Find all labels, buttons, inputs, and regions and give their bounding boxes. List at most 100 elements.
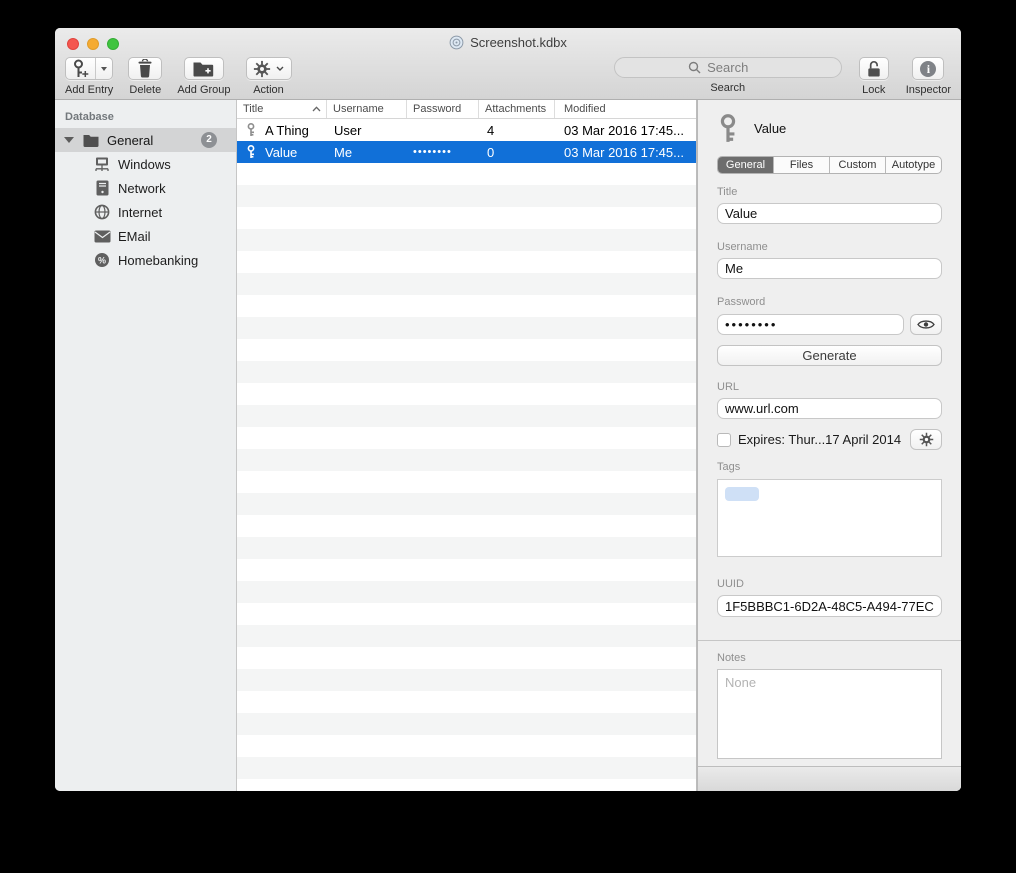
inspector-tabs: General Files Custom Autotype	[717, 156, 942, 174]
tag-token[interactable]	[725, 487, 759, 501]
column-header-title[interactable]: Title	[237, 100, 327, 118]
url-field[interactable]	[717, 398, 942, 419]
lock-button[interactable]	[859, 57, 889, 80]
tab-autotype[interactable]: Autotype	[886, 157, 941, 173]
add-entry-label: Add Entry	[65, 84, 113, 96]
windows-network-icon	[93, 157, 111, 172]
expires-checkbox[interactable]	[717, 433, 731, 447]
table-header: Title Username Password Attachments Modi…	[237, 100, 696, 119]
expires-settings-button[interactable]	[910, 429, 942, 450]
column-header-modified[interactable]: Modified	[555, 100, 696, 118]
sidebar-item-label: Homebanking	[118, 253, 198, 268]
inspector-header: Value	[717, 113, 942, 144]
add-group-item: Add Group	[177, 57, 230, 96]
gear-icon	[919, 432, 934, 447]
sidebar-item-label: EMail	[118, 229, 151, 244]
svg-text:%: %	[98, 256, 106, 266]
app-window: Screenshot.kdbx Add Entry	[55, 28, 961, 791]
search-item: Search	[614, 57, 842, 96]
sidebar-item-internet[interactable]: Internet	[55, 200, 236, 224]
sidebar-item-homebanking[interactable]: % Homebanking	[55, 248, 236, 272]
key-icon	[246, 123, 256, 137]
lock-label: Lock	[862, 84, 885, 96]
tags-field[interactable]	[717, 479, 942, 557]
notes-field[interactable]	[717, 669, 942, 759]
toolbar: Add Entry Delete Add Group	[65, 57, 951, 96]
cell-attachments: 4	[479, 123, 555, 138]
cell-attachments: 0	[479, 145, 555, 160]
divider	[698, 640, 961, 641]
add-entry-item: Add Entry	[65, 57, 113, 96]
generate-button[interactable]: Generate	[717, 345, 942, 366]
sidebar-item-label: Windows	[118, 157, 171, 172]
sidebar-item-label: Internet	[118, 205, 162, 220]
tab-custom[interactable]: Custom	[830, 157, 886, 173]
title-field[interactable]	[717, 203, 942, 224]
titlebar: Screenshot.kdbx	[55, 34, 961, 51]
reveal-password-button[interactable]	[910, 314, 942, 335]
tags-field-label: Tags	[717, 461, 942, 473]
document-icon	[449, 35, 464, 50]
cell-title: A Thing	[265, 123, 309, 138]
sidebar-item-network[interactable]: Network	[55, 176, 236, 200]
globe-icon	[93, 204, 111, 220]
title-field-label: Title	[717, 186, 942, 198]
column-header-attachments[interactable]: Attachments	[479, 100, 555, 118]
table-row[interactable]: A Thing User 4 03 Mar 2016 17:45...	[237, 119, 696, 141]
username-field[interactable]	[717, 258, 942, 279]
entry-title: Value	[754, 121, 786, 136]
cell-modified: 03 Mar 2016 17:45...	[555, 145, 696, 160]
toolbar-left-group: Add Entry Delete Add Group	[65, 57, 292, 96]
gear-icon	[253, 60, 271, 78]
add-entry-dropdown[interactable]	[95, 58, 112, 79]
table-row-selected[interactable]: Value Me •••••••• 0 03 Mar 2016 17:45...	[237, 141, 696, 163]
inspector-button[interactable]: i	[912, 57, 944, 80]
cell-title: Value	[265, 145, 297, 160]
add-entry-button[interactable]	[65, 57, 113, 80]
sidebar-item-email[interactable]: EMail	[55, 224, 236, 248]
key-icon	[246, 145, 256, 159]
action-label: Action	[253, 84, 284, 96]
sidebar-item-general[interactable]: General 2	[55, 128, 236, 152]
chevron-down-icon	[276, 66, 284, 71]
sidebar-item-windows[interactable]: Windows	[55, 152, 236, 176]
entry-count-badge: 2	[201, 132, 217, 148]
action-item: Action	[246, 57, 292, 96]
notes-field-label: Notes	[717, 652, 942, 664]
inspector-label: Inspector	[906, 84, 951, 96]
url-field-label: URL	[717, 381, 942, 393]
lock-item: Lock	[859, 57, 889, 96]
action-button[interactable]	[246, 57, 292, 80]
sort-ascending-icon	[312, 106, 321, 112]
window-chrome: Screenshot.kdbx Add Entry	[55, 28, 961, 100]
delete-button[interactable]	[128, 57, 162, 80]
add-group-button[interactable]	[184, 57, 224, 80]
eye-icon	[917, 319, 935, 330]
folder-plus-icon	[193, 61, 214, 77]
empty-row-stripes	[237, 163, 696, 791]
sidebar: Database General 2 Windows Network Inter…	[55, 100, 237, 791]
tab-general[interactable]: General	[718, 157, 774, 173]
folder-icon	[83, 134, 99, 147]
uuid-field-label: UUID	[717, 578, 942, 590]
uuid-field[interactable]	[717, 595, 942, 617]
sidebar-section-header: Database	[65, 111, 236, 123]
expires-row: Expires: Thur...17 April 2014	[717, 429, 942, 450]
cell-password: ••••••••	[407, 146, 479, 158]
cell-modified: 03 Mar 2016 17:45...	[555, 123, 696, 138]
cell-username: Me	[327, 145, 407, 160]
key-plus-icon	[66, 58, 95, 79]
disclosure-triangle-icon[interactable]	[64, 137, 74, 143]
column-header-username[interactable]: Username	[327, 100, 407, 118]
tab-files[interactable]: Files	[774, 157, 830, 173]
chevron-down-icon	[101, 67, 107, 71]
search-input[interactable]	[614, 57, 842, 78]
entry-table: Title Username Password Attachments Modi…	[237, 100, 697, 791]
sidebar-item-label: Network	[118, 181, 166, 196]
password-field[interactable]	[717, 314, 904, 335]
column-header-password[interactable]: Password	[407, 100, 479, 118]
inspector-item: i Inspector	[906, 57, 951, 96]
delete-label: Delete	[129, 84, 161, 96]
trash-icon	[137, 59, 153, 78]
search-label: Search	[710, 82, 745, 94]
